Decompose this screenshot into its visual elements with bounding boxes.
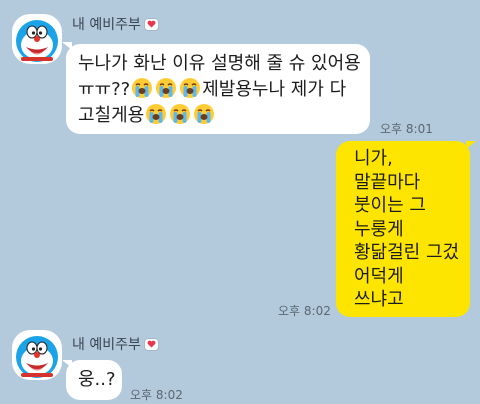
- message-text-line-with-emoji: ㅠㅠ?? 제발용누나 제가 다: [78, 77, 358, 103]
- loudly-crying-face-emoji: [146, 104, 167, 124]
- message-time: 오후 8:01: [380, 122, 433, 136]
- message-bubble-incoming[interactable]: 누나가 화난 이유 설명해 줄 슈 있어용 ㅠㅠ?? 제발용누나 제가 다 고칠게…: [66, 44, 370, 134]
- message-text-line: 어덕게: [354, 265, 404, 287]
- message-time: 오후 8:02: [130, 388, 183, 402]
- sender-name-label: 내 예비주부: [72, 337, 141, 353]
- loudly-crying-face-emoji: [132, 78, 153, 98]
- message-text: ㅠㅠ??: [78, 79, 131, 100]
- loudly-crying-face-emoji: [170, 104, 191, 124]
- message-text-line: 누나가 화난 이유 설명해 줄 슈 있어용: [78, 53, 361, 74]
- bubble-tail: [466, 141, 476, 149]
- loudly-crying-face-emoji: [156, 78, 177, 98]
- message-bubble-outgoing[interactable]: 니가, 말끝마다 붓이는 그 누룽게 황닮걸린 그겄 어덕게 쓰냐고: [336, 141, 470, 317]
- heart-icon: [144, 18, 158, 30]
- loudly-crying-face-emoji: [180, 78, 201, 98]
- doraemon-avatar-icon[interactable]: [12, 14, 62, 64]
- sender-name: 내 예비주부: [72, 334, 158, 354]
- message-text-line: 쓰냐고: [354, 289, 404, 310]
- message-time: 오후 8:02: [278, 304, 331, 318]
- loudly-crying-face-emoji: [194, 104, 215, 124]
- message-text-line: 붓이는 그: [354, 195, 426, 216]
- message-text-line: 누룽게: [354, 218, 404, 240]
- sender-name: 내 예비주부: [72, 14, 158, 34]
- message-text: 제발용누나 제가 다: [202, 79, 347, 100]
- message-bubble-incoming[interactable]: 웅..?: [66, 360, 122, 400]
- message-text-line: 니가,: [354, 148, 393, 169]
- message-text-line-with-emoji: 고칠게용: [78, 103, 358, 129]
- doraemon-avatar-icon[interactable]: [12, 330, 62, 380]
- heart-icon: [144, 338, 158, 350]
- message-text-line: 황닮걸린 그겄: [354, 242, 460, 263]
- message-text-line: 웅..?: [78, 369, 116, 390]
- message-text: 고칠게용: [78, 105, 145, 126]
- message-text-line: 말끝마다: [354, 171, 421, 193]
- sender-name-label: 내 예비주부: [72, 17, 141, 33]
